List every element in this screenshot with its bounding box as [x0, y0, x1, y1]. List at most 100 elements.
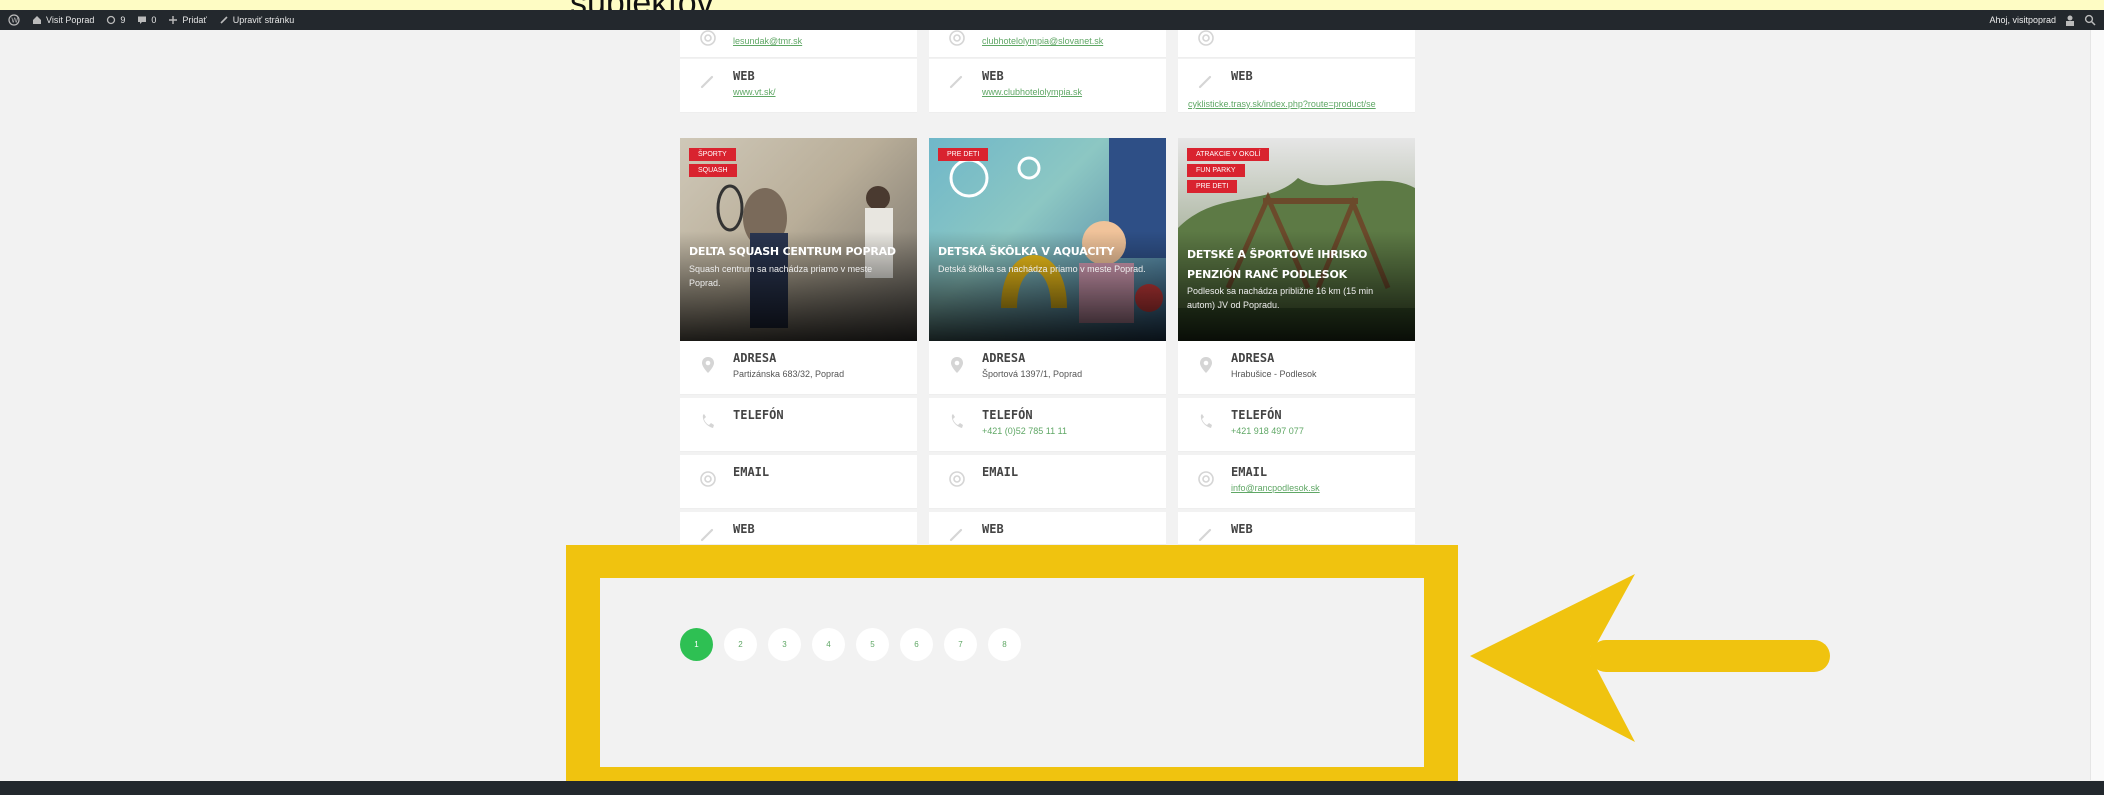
- web-label: WEB: [1231, 69, 1253, 83]
- edit-page-label: Upraviť stránku: [232, 15, 295, 25]
- contact-row-web: WEB cyklisticke.trasy.sk/index.php?route…: [1178, 59, 1415, 113]
- comments-count: 0: [151, 15, 157, 25]
- contact-row-web: WEB: [680, 512, 917, 545]
- address-value: Hrabušice - Podlesok: [1231, 369, 1317, 379]
- category-tag[interactable]: ATRAKCIE V OKOLÍ: [1187, 148, 1270, 161]
- page-button[interactable]: 4: [812, 628, 845, 661]
- annotation-arrow-icon: [1470, 574, 1830, 742]
- card-title[interactable]: DELTA SQUASH CENTRUM POPRAD: [689, 245, 896, 258]
- web-link[interactable]: cyklisticke.trasy.sk/index.php?route=pro…: [1188, 99, 1376, 109]
- category-tag[interactable]: ŠPORTY: [689, 148, 736, 161]
- phone-icon: [951, 414, 963, 428]
- web-label: WEB: [1231, 522, 1253, 536]
- map-pin-icon: [951, 357, 963, 373]
- page-button[interactable]: 5: [856, 628, 889, 661]
- card-title[interactable]: DETSKÁ ŠKÔLKA V AQUACITY: [938, 245, 1114, 258]
- page-button[interactable]: 7: [944, 628, 977, 661]
- avatar-icon[interactable]: [2064, 14, 2076, 26]
- at-icon: [1198, 471, 1214, 487]
- web-link[interactable]: www.vt.sk/: [733, 87, 776, 97]
- phone-value[interactable]: +421 (0)52 785 11 11: [982, 426, 1067, 436]
- category-tags: PRE DETI: [938, 148, 989, 161]
- page-button[interactable]: 8: [988, 628, 1021, 661]
- map-pin-icon: [702, 357, 714, 373]
- svg-text:W: W: [11, 17, 18, 25]
- comment-icon: [138, 16, 147, 24]
- contact-row-address: ADRESA Partizánska 683/32, Poprad: [680, 341, 917, 395]
- web-label: WEB: [982, 522, 1004, 536]
- home-icon: [33, 16, 41, 24]
- email-label: EMAIL: [1231, 465, 1268, 479]
- search-icon[interactable]: [2084, 14, 2096, 26]
- phone-value[interactable]: +421 918 497 077: [1231, 426, 1304, 436]
- phone-label: TELEFÓN: [733, 408, 784, 422]
- add-new-label: Pridať: [182, 15, 207, 25]
- listing-card-image[interactable]: ŠPORTY SQUASH DELTA SQUASH CENTRUM POPRA…: [680, 138, 917, 341]
- at-icon: [949, 30, 965, 46]
- add-new-link[interactable]: Pridať: [168, 15, 207, 25]
- account-greeting[interactable]: Ahoj, visitpoprad: [1989, 15, 2056, 25]
- updates-icon: [107, 15, 116, 25]
- link-icon: [949, 75, 963, 89]
- address-label: ADRESA: [982, 351, 1026, 365]
- wp-admin-bar: W Visit Poprad 9 0 Pridať Upraviť stránk…: [0, 10, 2104, 30]
- page-scrollbar[interactable]: [2090, 30, 2104, 780]
- at-icon: [700, 30, 716, 46]
- phone-icon: [1200, 414, 1212, 428]
- card-description: Podlesok sa nachádza približne 16 km (15…: [1187, 286, 1374, 310]
- link-icon: [700, 528, 714, 542]
- phone-label: TELEFÓN: [1231, 408, 1282, 422]
- updates-link[interactable]: 9: [106, 15, 125, 25]
- email-link[interactable]: clubhotelolympia@slovanet.sk: [982, 36, 1103, 46]
- highlight-frame-inner: [600, 578, 1424, 767]
- contact-row-web: WEB: [929, 512, 1166, 545]
- page-button[interactable]: 3: [768, 628, 801, 661]
- web-label: WEB: [733, 69, 755, 83]
- site-name-link[interactable]: Visit Poprad: [32, 15, 94, 25]
- link-icon: [700, 75, 714, 89]
- category-tag[interactable]: SQUASH: [689, 164, 737, 177]
- at-icon: [700, 471, 716, 487]
- email-link[interactable]: lesundak@tmr.sk: [733, 36, 802, 46]
- comments-link[interactable]: 0: [137, 15, 156, 25]
- page-button[interactable]: 1: [680, 628, 713, 661]
- address-label: ADRESA: [1231, 351, 1275, 365]
- contact-row-phone: TELEFÓN +421 (0)52 785 11 11: [929, 398, 1166, 452]
- contact-row-phone: TELEFÓN +421 918 497 077: [1178, 398, 1415, 452]
- listing-card-image[interactable]: ATRAKCIE V OKOLÍ FUN PARKY PRE DETI DETS…: [1178, 138, 1415, 341]
- page-button[interactable]: 2: [724, 628, 757, 661]
- contact-row-email: lesundak@tmr.sk: [680, 30, 917, 58]
- card-description: Detská škôlka sa nachádza priamo v meste…: [938, 264, 1146, 274]
- category-tags: ATRAKCIE V OKOLÍ FUN PARKY PRE DETI: [1187, 148, 1270, 193]
- contact-row-web: WEB www.vt.sk/: [680, 59, 917, 113]
- contact-row-email: EMAIL info@rancpodlesok.sk: [1178, 455, 1415, 509]
- site-footer: [0, 781, 2104, 795]
- phone-label: TELEFÓN: [982, 408, 1033, 422]
- card-title[interactable]: DETSKÉ A ŠPORTOVÉ IHRISKO PENZIÓN RANČ P…: [1187, 245, 1409, 285]
- listing-card-image[interactable]: PRE DETI DETSKÁ ŠKÔLKA V AQUACITY Detská…: [929, 138, 1166, 341]
- category-tag[interactable]: FUN PARKY: [1187, 164, 1245, 177]
- email-link[interactable]: info@rancpodlesok.sk: [1231, 483, 1320, 493]
- web-label: WEB: [733, 522, 755, 536]
- wordpress-logo-icon[interactable]: W: [8, 14, 20, 26]
- category-tag[interactable]: PRE DETI: [1187, 180, 1238, 193]
- category-tag[interactable]: PRE DETI: [938, 148, 989, 161]
- contact-row-web: WEB: [1178, 512, 1415, 545]
- page-button[interactable]: 6: [900, 628, 933, 661]
- contact-row-address: ADRESA Hrabušice - Podlesok: [1178, 341, 1415, 395]
- pagination: 1 2 3 4 5 6 7 8: [680, 628, 1021, 661]
- contact-row-email: clubhotelolympia@slovanet.sk: [929, 30, 1166, 58]
- link-icon: [1198, 75, 1212, 89]
- map-pin-icon: [1200, 357, 1212, 373]
- phone-icon: [702, 414, 714, 428]
- category-tags: ŠPORTY SQUASH: [689, 148, 737, 177]
- email-label: EMAIL: [982, 465, 1019, 479]
- site-name-label: Visit Poprad: [46, 15, 95, 25]
- contact-row-email: EMAIL: [680, 455, 917, 509]
- web-link[interactable]: www.clubhotelolympia.sk: [982, 87, 1082, 97]
- updates-count: 9: [120, 15, 126, 25]
- web-label: WEB: [982, 69, 1004, 83]
- pencil-icon: [220, 16, 228, 24]
- email-label: EMAIL: [733, 465, 770, 479]
- edit-page-link[interactable]: Upraviť stránku: [219, 15, 294, 25]
